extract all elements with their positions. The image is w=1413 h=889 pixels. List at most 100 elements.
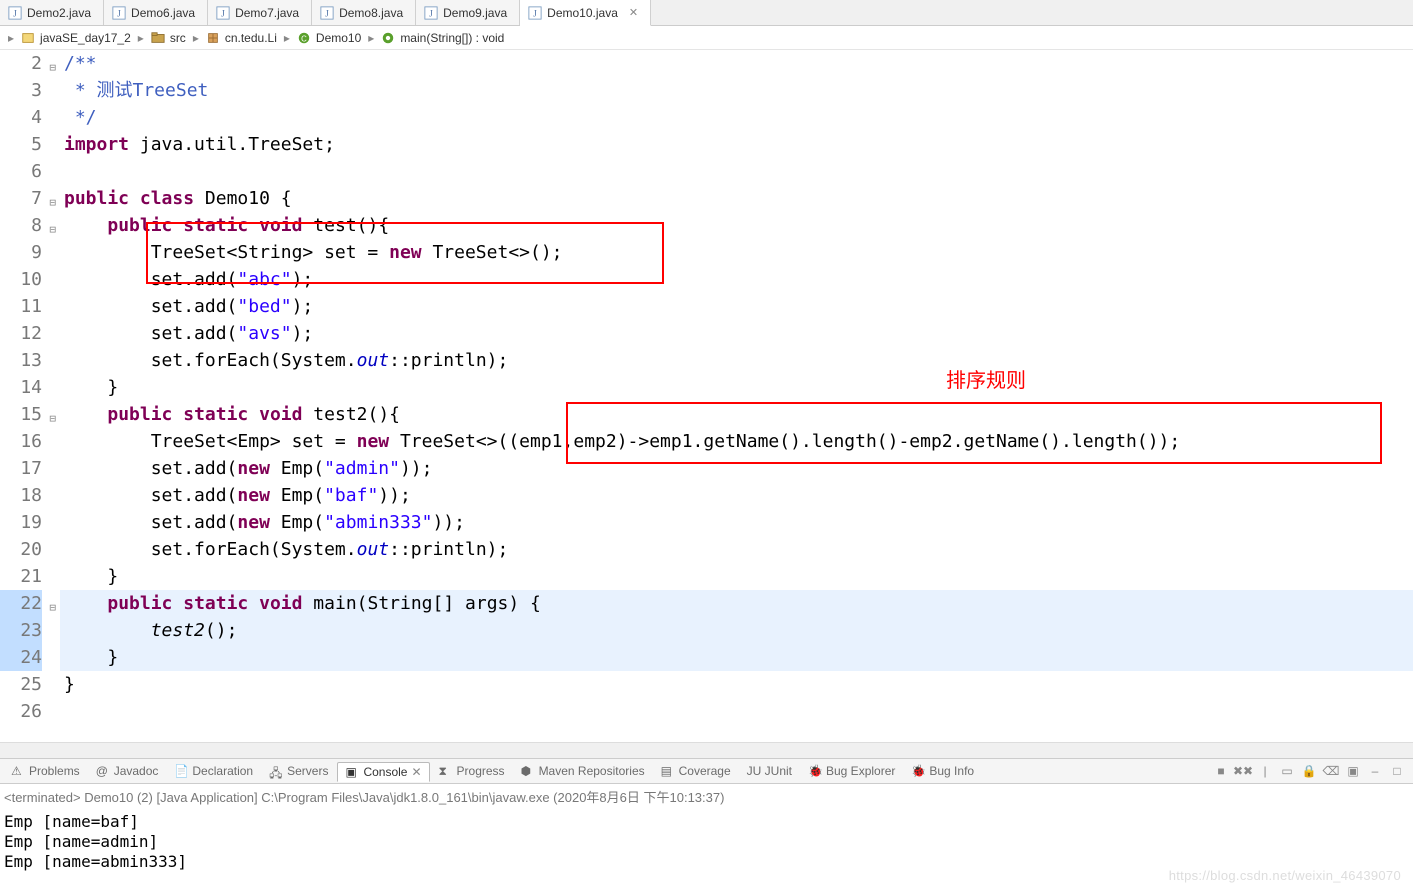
svg-text:J: J [533,8,537,19]
view-tab-bug-info[interactable]: 🐞Bug Info [904,762,981,780]
code-line[interactable]: set.add(new Emp("abmin333")); [60,509,1413,536]
code-line[interactable]: } [60,644,1413,671]
view-tab-servers[interactable]: 🖧 Servers [262,762,335,780]
java-file-icon: J [528,6,542,20]
view-tab-javadoc[interactable]: @Javadoc [89,762,166,780]
line-number: 24 [0,644,42,671]
svg-text:C: C [301,34,307,43]
line-number: 2 [0,50,42,77]
view-tab-label: Console [363,765,407,779]
breadcrumb-label: javaSE_day17_2 [40,31,131,45]
code-line[interactable]: * 测试TreeSet [60,77,1413,104]
code-line[interactable]: set.forEach(System.out::println); [60,536,1413,563]
line-number: 22 [0,590,42,617]
view-tab-console[interactable]: ▣Console ✕ [337,762,429,782]
code-line[interactable]: } [60,374,1413,401]
java-file-icon: J [216,6,230,20]
code-line[interactable]: set.add("avs"); [60,320,1413,347]
code-line[interactable]: */ [60,104,1413,131]
breadcrumb-item[interactable]: main(String[]) : void [378,29,507,47]
code-line[interactable]: set.add("bed"); [60,293,1413,320]
view-tab-maven-repositories[interactable]: ⬢Maven Repositories [514,762,652,780]
code-line[interactable] [60,158,1413,185]
view-tab-progress[interactable]: ⧗Progress [432,762,512,780]
close-icon[interactable]: ✕ [629,6,638,19]
code-area[interactable]: /** * 测试TreeSet */import java.util.TreeS… [60,50,1413,742]
line-number: 19 [0,509,42,536]
tab-demo9[interactable]: JDemo9.java [416,0,520,25]
code-line[interactable] [60,698,1413,725]
code-line[interactable]: import java.util.TreeSet; [60,131,1413,158]
tab-demo2[interactable]: JDemo2.java [0,0,104,25]
pin-icon[interactable]: | [1257,763,1273,779]
remove-launch-icon[interactable]: ■ [1213,763,1229,779]
progress-icon: ⧗ [439,764,453,778]
breadcrumb-label: cn.tedu.Li [225,31,277,45]
scroll-lock-icon[interactable]: 🔒 [1301,763,1317,779]
svg-text:J: J [221,8,225,19]
code-line[interactable]: set.add(new Emp("baf")); [60,482,1413,509]
code-line[interactable]: public static void test2(){ [60,401,1413,428]
view-tab-bug-explorer[interactable]: 🐞Bug Explorer [801,762,902,780]
view-tab-label: Declaration [192,764,253,778]
close-icon[interactable]: ✕ [411,765,421,779]
breadcrumb-item[interactable]: src [148,29,189,47]
tab-label: Demo2.java [27,6,91,20]
open-console-icon[interactable]: ▣ [1345,763,1361,779]
code-line[interactable]: public static void test(){ [60,212,1413,239]
tab-demo8[interactable]: J Demo8.java [312,0,416,25]
code-editor[interactable]: 2345678910111213141516171819202122232425… [0,50,1413,742]
display-icon[interactable]: ▭ [1279,763,1295,779]
view-tab-label: Bug Info [929,764,974,778]
maximize-icon[interactable]: □ [1389,763,1405,779]
tab-demo10[interactable]: JDemo10.java✕ [520,0,651,26]
breadcrumb-sep: ▸ [191,31,201,45]
line-number: 26 [0,698,42,725]
line-number: 4 [0,104,42,131]
breadcrumb-item[interactable]: CDemo10 [294,29,364,47]
view-tab-label: Servers [287,764,328,778]
breadcrumb-item[interactable]: cn.tedu.Li [203,29,280,47]
line-number: 15 [0,401,42,428]
line-number: 6 [0,158,42,185]
java-file-icon: J [112,6,126,20]
tab-demo7[interactable]: JDemo7.java [208,0,312,25]
line-gutter: 2345678910111213141516171819202122232425… [0,50,50,742]
line-number: 23 [0,617,42,644]
minimize-icon[interactable]: – [1367,763,1383,779]
horizontal-scrollbar[interactable] [0,742,1413,758]
servers-icon: 🖧 [269,764,283,778]
svg-text:J: J [325,8,329,19]
code-line[interactable]: set.add("abc"); [60,266,1413,293]
code-line[interactable]: public class Demo10 { [60,185,1413,212]
annotation-sort-rule: 排序规则 [946,364,1026,393]
breadcrumb-label: main(String[]) : void [400,31,504,45]
class-icon: C [297,31,311,45]
tab-demo6[interactable]: J Demo6.java [104,0,208,25]
line-number: 11 [0,293,42,320]
breadcrumb-item[interactable]: javaSE_day17_2 [18,29,134,47]
code-line[interactable]: public static void main(String[] args) { [60,590,1413,617]
view-tab-problems[interactable]: ⚠Problems [4,762,87,780]
declaration-icon: 📄 [174,764,188,778]
view-tab-coverage[interactable]: ▤Coverage [654,762,738,780]
code-line[interactable]: set.forEach(System.out::println); [60,347,1413,374]
code-line[interactable]: test2(); [60,617,1413,644]
code-line[interactable]: } [60,563,1413,590]
code-line[interactable]: set.add(new Emp("admin")); [60,455,1413,482]
code-line[interactable]: } [60,671,1413,698]
problems-icon: ⚠ [11,764,25,778]
clear-icon[interactable]: ⌫ [1323,763,1339,779]
code-line[interactable]: TreeSet<Emp> set = new TreeSet<>((emp1,e… [60,428,1413,455]
code-line[interactable]: TreeSet<String> set = new TreeSet<>(); [60,239,1413,266]
remove-all-icon[interactable]: ✖✖ [1235,763,1251,779]
tab-label: Demo8.java [339,6,403,20]
code-line[interactable]: /** [60,50,1413,77]
tab-label: Demo6.java [131,6,195,20]
view-tab-junit[interactable]: JUJUnit [740,762,799,780]
breadcrumb-label: src [170,31,186,45]
line-number: 25 [0,671,42,698]
view-tab-declaration[interactable]: 📄 Declaration [167,762,260,780]
console-status: <terminated> Demo10 (2) [Java Applicatio… [4,786,1409,812]
maven-icon: ⬢ [521,764,535,778]
